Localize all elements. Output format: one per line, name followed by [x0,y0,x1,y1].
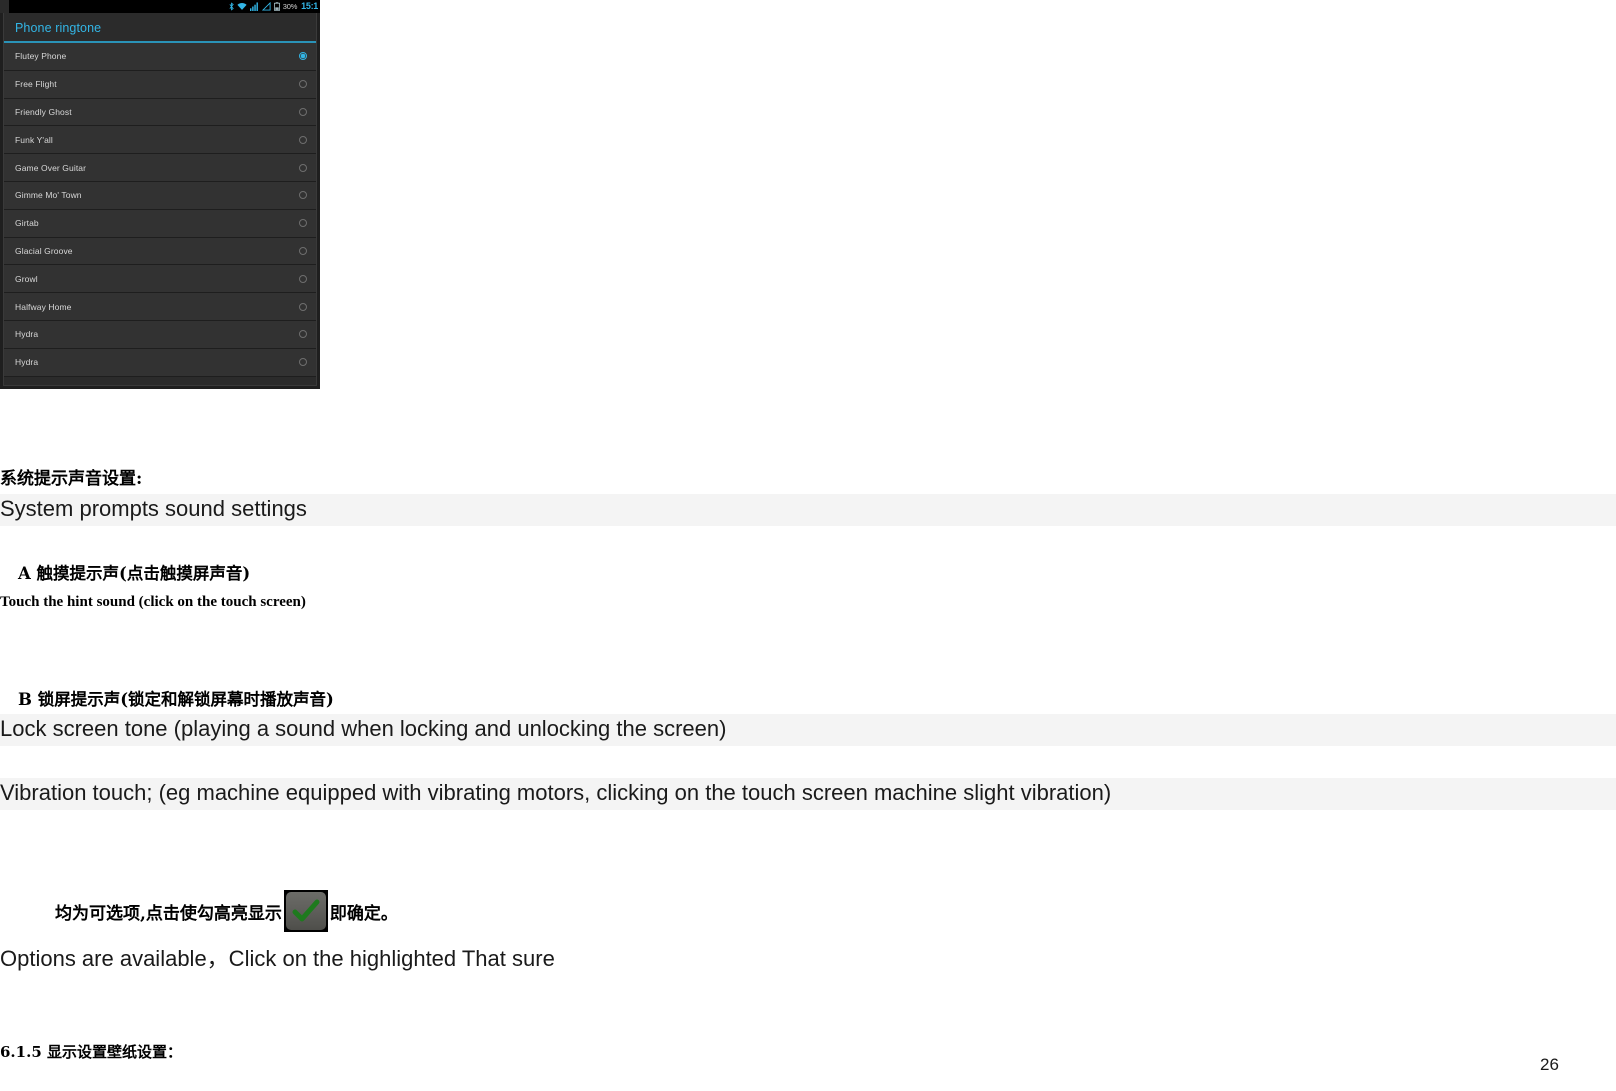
ringtone-item-label: Halfway Home [15,301,72,312]
ringtone-item-label: Funk Y'all [15,134,53,145]
radio-button[interactable] [299,191,307,200]
radio-button[interactable] [299,163,307,172]
ringtone-list-item[interactable]: Flutey Phone [4,43,316,71]
wifi-icon [237,2,247,11]
status-bar-icons: 30% 15:1 [229,2,318,11]
radio-button[interactable] [299,219,307,228]
ringtone-dialog-wrapper: Phone ringtone Flutey Phone Free Flight Fr… [0,13,320,389]
radio-button[interactable] [299,246,307,255]
radio-button[interactable] [299,107,307,116]
section-heading-en: System prompts sound settings [0,494,1616,526]
note-line-en: Options are available，Click on the highl… [0,946,555,971]
ringtone-item-label: Gimme Mo' Town [15,190,82,201]
status-bar: 30% 15:1 [0,0,320,13]
ringtone-list-item[interactable]: Game Over Guitar [4,154,316,182]
note-text-before: 均为可选项,点击使勾高亮显示 [55,903,282,924]
ringtone-item-label: Growl [15,273,38,284]
ringtone-list-item[interactable]: Friendly Ghost [4,98,316,127]
ringtone-list[interactable]: Flutey Phone Free Flight Friendly Ghost Fun… [4,43,316,385]
page-number: 26 [1540,1055,1559,1074]
battery-icon [273,2,280,11]
ringtone-item-label: Hydra [15,329,39,340]
radio-button[interactable] [299,358,307,367]
ringtone-item-label: Glacial Groove [15,245,73,256]
ringtone-list-item[interactable]: Glacial Groove [4,237,316,266]
ringtone-item-label: Game Over Guitar [15,162,87,173]
ringtone-item-label: Friendly Ghost [15,106,72,117]
ringtone-item-label: Free Flight [15,79,57,90]
status-bar-clock: 15:1 [301,1,318,11]
status-bar-left-notch [0,0,9,13]
item-b-label-en: Lock screen tone (playing a sound when l… [0,714,1616,746]
section-615-heading: 6.1.5 显示设置壁纸设置： [0,1043,182,1061]
note-line-cn: 均为可选项,点击使勾高亮显示 即确定。 [55,890,398,932]
green-check-icon [283,890,328,932]
radio-button[interactable] [299,135,307,144]
ringtone-list-item[interactable]: Growl [4,265,316,294]
ringtone-list-item[interactable]: Free Flight [4,70,316,99]
note-text-after: 即确定。 [329,903,398,924]
item-c-label-en: Vibration touch; (eg machine equipped wi… [0,778,1616,810]
ringtone-dialog: Phone ringtone Flutey Phone Free Flight Fr… [3,13,317,386]
ringtone-item-label: Girtab [15,218,39,229]
bluetooth-icon [229,2,234,11]
ringtone-item-label: Flutey Phone [15,51,67,62]
section-heading-cn: 系统提示声音设置: [0,469,143,489]
item-a-label-en: Touch the hint sound (click on the touch… [0,594,306,610]
radio-button[interactable] [299,330,307,339]
ringtone-list-item[interactable]: Girtab [4,209,316,238]
item-a-label-cn: A 触摸提示声(点击触摸屏声音) [18,564,251,583]
signal-icon [249,2,259,11]
ringtone-item-label: Hydra [15,357,39,368]
signal-alt-icon [261,2,271,11]
dialog-title: Phone ringtone [4,13,316,43]
ringtone-list-item[interactable]: Hydra [4,348,316,377]
ringtone-list-item[interactable]: Gimme Mo' Town [4,181,316,210]
ringtone-list-item[interactable]: Hydra [4,320,316,349]
radio-button[interactable] [299,80,307,89]
ringtone-list-item[interactable]: Halfway Home [4,293,316,321]
android-screenshot: 30% 15:1 Phone ringtone Flutey Phone Free… [0,0,320,389]
radio-button-selected[interactable] [299,52,307,61]
radio-button[interactable] [299,302,307,311]
battery-percent-label: 30% [282,1,298,11]
ringtone-list-item[interactable]: Funk Y'all [4,126,316,155]
item-b-label-cn: B 锁屏提示声(锁定和解锁屏幕时播放声音) [18,690,334,709]
radio-button[interactable] [299,274,307,283]
